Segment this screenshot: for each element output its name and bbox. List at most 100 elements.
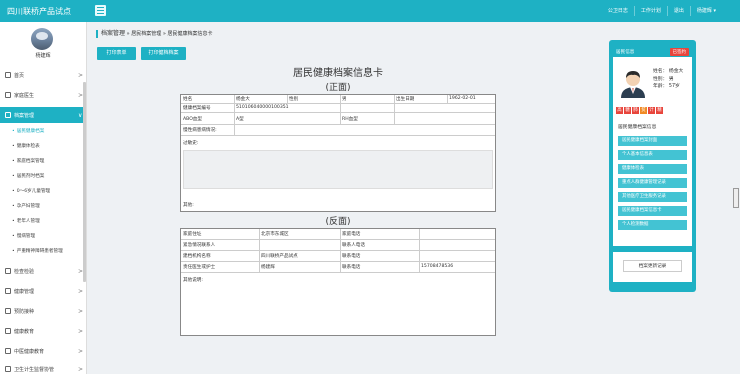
- sidebar-sub-item[interactable]: 严重精神障碍患者管理: [0, 246, 86, 257]
- syringe-icon: [5, 308, 11, 314]
- condition-tags: 高 糖 肺 贫 计 精: [616, 107, 664, 114]
- breadcrumb-item[interactable]: 居民档案管理: [131, 31, 161, 37]
- field-label: ABO血型: [183, 117, 203, 122]
- sidebar-item-vaccination[interactable]: 预防接种 >: [0, 303, 86, 319]
- doctor-phone-value: 15708478536: [421, 264, 454, 269]
- chevron-right-icon: >: [78, 327, 84, 335]
- person-avatar-icon: [621, 71, 645, 98]
- doctor-value: 杨建辉: [261, 265, 275, 270]
- sidebar-sub-item[interactable]: 健康体检表: [0, 141, 86, 152]
- field-label: 过敏史:: [183, 141, 199, 146]
- field-label: 建档机构名称: [183, 254, 211, 259]
- breadcrumb: 档案管理 » 居民档案管理 » 居民健康档案信息卡: [96, 30, 213, 38]
- sidebar-scrollbar[interactable]: [83, 82, 86, 282]
- sidebar-sub-item[interactable]: 慢病管理: [0, 231, 86, 242]
- record-links-title: 居民健康档案信息: [618, 125, 657, 130]
- record-link[interactable]: 重点人群健康管理记录: [618, 178, 687, 188]
- dob-value: 1962-02-01: [449, 96, 476, 101]
- field-label: 慢性病患病情况:: [183, 128, 217, 133]
- chevron-right-icon: >: [78, 347, 84, 355]
- sidebar-sub-item[interactable]: 家庭档案管理: [0, 156, 86, 167]
- record-link[interactable]: 居民健康档案信息卡: [618, 206, 687, 216]
- sidebar-item-health-mgmt[interactable]: 健康管理 >: [0, 283, 86, 299]
- sidebar-item-label: 检查检验: [14, 268, 35, 275]
- health-icon: [5, 288, 11, 294]
- sidebar-sub-item[interactable]: 孕产妇管理: [0, 201, 86, 212]
- sidebar-sub-item[interactable]: 0～6岁儿童管理: [0, 186, 86, 197]
- folder-icon: [5, 112, 11, 118]
- breadcrumb-root[interactable]: 档案管理: [101, 30, 125, 37]
- app-title: 四川联桥产品试点: [7, 7, 71, 16]
- resident-info: 姓名： 杨金大 性别： 男 年龄： 57岁: [653, 68, 683, 91]
- field-label: 联系电话: [342, 265, 361, 270]
- print-record-button[interactable]: 打印健档档案: [141, 47, 186, 60]
- field-label: 姓名: [183, 97, 193, 102]
- resident-info-panel: 居民信息 已签约 姓名： 杨金大 性别： 男 年龄： 57岁 高 糖 肺 贫 计…: [609, 40, 696, 292]
- record-link[interactable]: 健康体检表: [618, 164, 687, 174]
- print-form-button[interactable]: 打印表单: [97, 47, 136, 60]
- field-label: 其他说明:: [183, 278, 203, 283]
- record-number-value: 510106040000100351: [236, 105, 289, 110]
- sidebar-item-label: 健康管理: [14, 288, 35, 295]
- sidebar-sub-item[interactable]: 老年人管理: [0, 216, 86, 227]
- signed-badge: 已签约: [669, 48, 689, 56]
- chevron-right-icon: >: [78, 287, 84, 295]
- record-link[interactable]: 其他医疗卫生服务记录: [618, 192, 687, 202]
- sidebar-item-exam[interactable]: 检查检验 >: [0, 263, 86, 279]
- field-label: 家庭住址: [183, 232, 202, 237]
- resident-age: 年龄： 57岁: [653, 84, 680, 89]
- sidebar-item-records[interactable]: 档案管理 ∨: [0, 107, 86, 123]
- form-row: ABO血型 A型 RH血型: [181, 113, 495, 125]
- sidebar-item-supervision[interactable]: 卫生计生监督协管 >: [0, 361, 86, 374]
- card-title: 居民健康档案信息卡: [293, 68, 383, 79]
- menu-toggle-icon[interactable]: [95, 5, 106, 16]
- record-link[interactable]: 个人基本信息表: [618, 150, 687, 160]
- form-row: 慢性病患病情况:: [181, 125, 495, 136]
- top-nav: 公卫日志 工作计划 退出 杨建辉 ▾: [602, 0, 740, 22]
- sidebar-item-home[interactable]: 首页 >: [0, 67, 86, 83]
- sidebar-item-tcm[interactable]: 中医健康教育 >: [0, 343, 86, 359]
- record-link[interactable]: 居民健康档案封面: [618, 136, 687, 146]
- sidebar-sub-item[interactable]: 居民剂时档案: [0, 171, 86, 182]
- sidebar-item-label: 中医健康教育: [14, 348, 45, 355]
- page-scroll-handle[interactable]: [733, 188, 739, 208]
- sidebar-item-label: 首页: [14, 72, 25, 79]
- sidebar-item-label: 预防接种: [14, 308, 35, 315]
- user-menu[interactable]: 杨建辉 ▾: [691, 6, 740, 16]
- work-plan-link[interactable]: 工作计划: [635, 6, 668, 16]
- supervision-icon: [5, 366, 11, 372]
- form-row: 家庭住址 北京市东城区 家庭电话: [181, 229, 495, 240]
- work-log-link[interactable]: 公卫日志: [602, 6, 635, 16]
- sidebar-item-label: 家庭医生: [14, 92, 35, 99]
- field-label: 联系电话: [342, 254, 361, 259]
- condition-tag: 计: [648, 107, 655, 114]
- field-label: 家庭电话: [342, 232, 361, 237]
- resident-summary: 居民信息 已签约 姓名： 杨金大 性别： 男 年龄： 57岁 高 糖 肺 贫 计…: [613, 46, 692, 128]
- front-side-label: (正面): [325, 83, 351, 93]
- sidebar-item-label: 健康教育: [14, 328, 35, 335]
- history-textarea[interactable]: [183, 150, 493, 189]
- sidebar-item-family-doctor[interactable]: 家庭医生 >: [0, 87, 86, 103]
- breadcrumb-sep: »: [162, 31, 166, 37]
- institution-value: 四川联桥产品试点: [261, 254, 298, 259]
- avatar: [31, 28, 53, 50]
- sidebar-sub-item[interactable]: 居民健康档案: [0, 126, 86, 137]
- record-link[interactable]: 个人检测数据: [618, 220, 687, 230]
- home-icon: [5, 72, 11, 78]
- resident-name: 姓名： 杨金大: [653, 69, 684, 74]
- panel-title: 居民信息: [616, 50, 635, 55]
- field-label: RH血型: [342, 117, 358, 122]
- chevron-right-icon: >: [78, 71, 84, 79]
- sidebar-item-label: 档案管理: [14, 112, 35, 119]
- exam-icon: [5, 268, 11, 274]
- condition-tag: 贫: [640, 107, 647, 114]
- record-history-button[interactable]: 档案更新记录: [623, 260, 682, 272]
- front-form: 姓名 杨金大 性别 男 出生日期 1962-02-01 健康档案编号 51010…: [180, 94, 496, 212]
- sidebar: 杨建辉 首页 > 家庭医生 > 档案管理 ∨ 居民健康档案 健康体检表 家庭档案…: [0, 22, 87, 374]
- panel-header: 居民信息 已签约: [613, 46, 692, 57]
- logout-link[interactable]: 退出: [668, 6, 691, 16]
- breadcrumb-current: 居民健康档案信息卡: [167, 31, 213, 37]
- back-form: 家庭住址 北京市东城区 家庭电话 紧急情况联系人 联系人电话 建档机构名称 四川…: [180, 228, 496, 336]
- form-row: 健康档案编号 510106040000100351: [181, 104, 495, 113]
- sidebar-item-education[interactable]: 健康教育 >: [0, 323, 86, 339]
